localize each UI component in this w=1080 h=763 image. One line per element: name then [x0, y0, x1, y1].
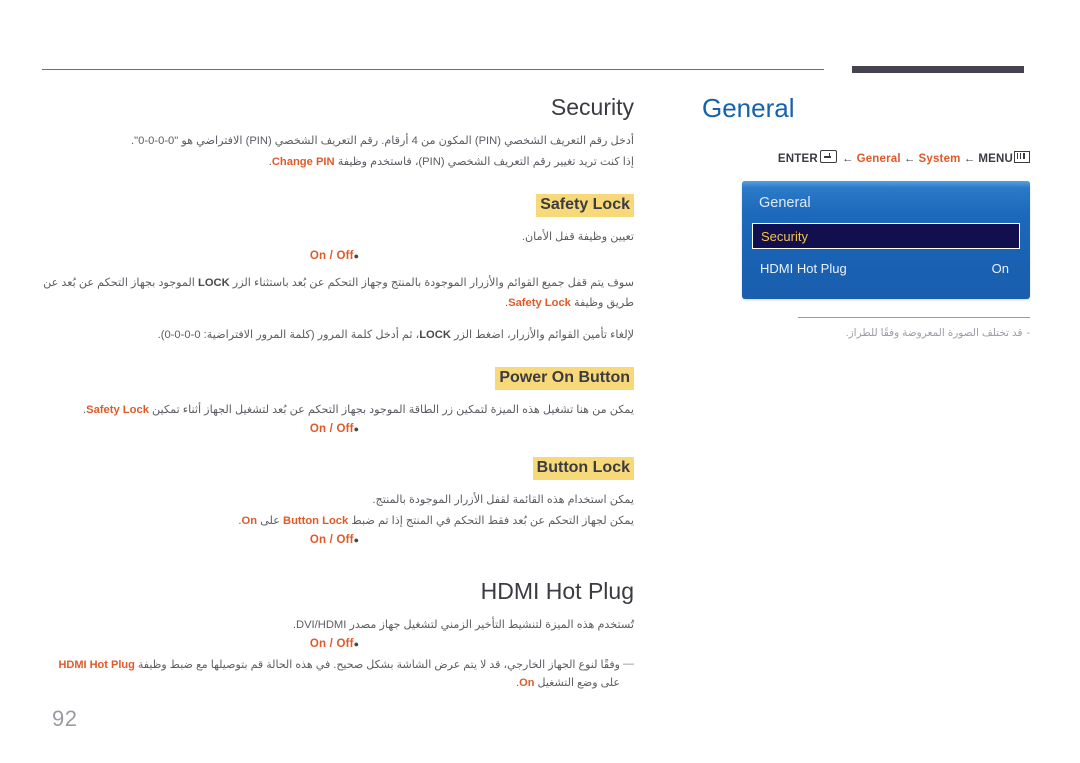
breadcrumb-step-system[interactable]: System	[919, 153, 961, 165]
keyword-on: On	[241, 515, 258, 527]
button-lock-description-2: يمكن لجهاز التحكم عن بُعد فقط التحكم في …	[238, 515, 634, 527]
bullet-dot-icon: ●	[353, 250, 360, 261]
osd-menu-panel: General Security HDMI Hot Plug On	[742, 181, 1030, 299]
keyword-hdmi-hot-plug: HDMI Hot Plug	[58, 659, 135, 671]
button-lock-options: On / Off	[309, 534, 354, 546]
header-rules	[0, 66, 1080, 76]
safety-lock-description: تعيين وظيفة قفل الأمان.	[521, 231, 634, 243]
security-paragraph-1: أدخل رقم التعريف الشخصي (PIN) المكون من …	[131, 135, 634, 147]
osd-row-security[interactable]: Security	[752, 223, 1020, 249]
note-dash-icon: —	[623, 658, 634, 670]
hdmi-hot-plug-note: — وفقًا لنوع الجهاز الخارجي، قد لا يتم ع…	[42, 656, 634, 692]
keyword-lock-button: LOCK	[198, 277, 230, 289]
power-on-button-options-line: On / Off●	[42, 423, 634, 435]
subsection-heading-button-lock: Button Lock	[532, 457, 634, 480]
breadcrumb-arrow-3: ←	[963, 153, 976, 165]
keyword-lock-button-2: LOCK	[419, 329, 451, 341]
breadcrumb-arrow-1: ←	[841, 153, 854, 165]
enter-key-icon	[819, 150, 837, 163]
safety-lock-note-2: لإلغاء تأمين القوائم والأزرار، اضغط الزر…	[157, 329, 634, 341]
keyword-safety-lock-2: Safety Lock	[86, 404, 149, 416]
right-content-column: General ENTER ← General ← System ← MENU Genera…	[700, 92, 1030, 341]
hdmi-hot-plug-options-line: On / Off●	[42, 638, 634, 650]
breadcrumb-arrow-2: ←	[903, 153, 916, 165]
osd-row-hdmi-hot-plug-label: HDMI Hot Plug	[760, 260, 847, 276]
osd-note: -قد تختلف الصورة المعروضة وفقًا للطراز.	[742, 325, 1030, 341]
safety-lock-options-line: On / Off●	[42, 250, 634, 262]
osd-note-divider	[798, 317, 1030, 318]
hdmi-hot-plug-description: تُستخدم هذه الميزة لتنشيط التأخير الزمني…	[292, 619, 634, 631]
section-title-hdmi-hot-plug: HDMI Hot Plug	[480, 578, 634, 604]
keyword-button-lock: Button Lock	[282, 515, 349, 527]
keyword-on-2: On	[519, 677, 535, 689]
breadcrumb: ENTER ← General ← System ← MENU	[700, 150, 1030, 165]
breadcrumb-menu-label: MENU	[978, 153, 1013, 165]
subsection-heading-safety-lock: Safety Lock	[536, 194, 634, 217]
breadcrumb-step-general[interactable]: General	[857, 153, 901, 165]
safety-lock-note-1: سوف يتم قفل جميع القوائم والأزرار الموجو…	[43, 277, 634, 309]
page-title: General	[702, 93, 795, 123]
button-lock-description-1: يمكن استخدام هذه القائمة لقفل الأزرار ال…	[372, 494, 634, 506]
osd-note-dash-icon: -	[1026, 327, 1031, 339]
subsection-button-lock-heading-wrap: Button Lock	[42, 457, 634, 480]
safety-lock-options: On / Off	[309, 250, 354, 262]
power-on-button-description: يمكن من هنا تشغيل هذه الميزة لتمكين زر ا…	[83, 404, 634, 416]
osd-row-hdmi-hot-plug-value: On	[991, 260, 1009, 276]
page-number: 92	[52, 706, 78, 731]
bullet-dot-icon: ●	[353, 534, 360, 545]
osd-panel-title: General	[759, 195, 811, 211]
header-rule-thick	[852, 66, 1024, 73]
osd-note-text: قد تختلف الصورة المعروضة وفقًا للطراز.	[845, 327, 1023, 339]
keyword-safety-lock: Safety Lock	[508, 297, 571, 309]
button-lock-options-line: On / Off●	[42, 534, 634, 546]
subsection-heading-power-on-button: Power On Button	[495, 367, 634, 390]
bullet-dot-icon: ●	[353, 638, 360, 649]
breadcrumb-enter-label: ENTER	[777, 153, 818, 165]
osd-row-security-label: Security	[761, 228, 808, 244]
bullet-dot-icon: ●	[353, 423, 360, 434]
section-title-security: Security	[550, 94, 634, 120]
keyword-change-pin: Change PIN	[271, 156, 335, 168]
hdmi-hot-plug-options: On / Off	[309, 638, 354, 650]
osd-row-hdmi-hot-plug[interactable]: HDMI Hot Plug On	[752, 255, 1020, 281]
left-content-column: Security أدخل رقم التعريف الشخصي (PIN) ا…	[42, 92, 634, 692]
header-rule-thin	[42, 69, 824, 70]
subsection-power-on-button-heading-wrap: Power On Button	[42, 367, 634, 390]
power-on-button-options: On / Off	[309, 423, 354, 435]
subsection-safety-lock-heading-wrap: Safety Lock	[42, 194, 634, 217]
security-paragraph-2: إذا كنت تريد تغيير رقم التعريف الشخصي (P…	[268, 156, 634, 168]
menu-grid-icon	[1014, 151, 1030, 163]
